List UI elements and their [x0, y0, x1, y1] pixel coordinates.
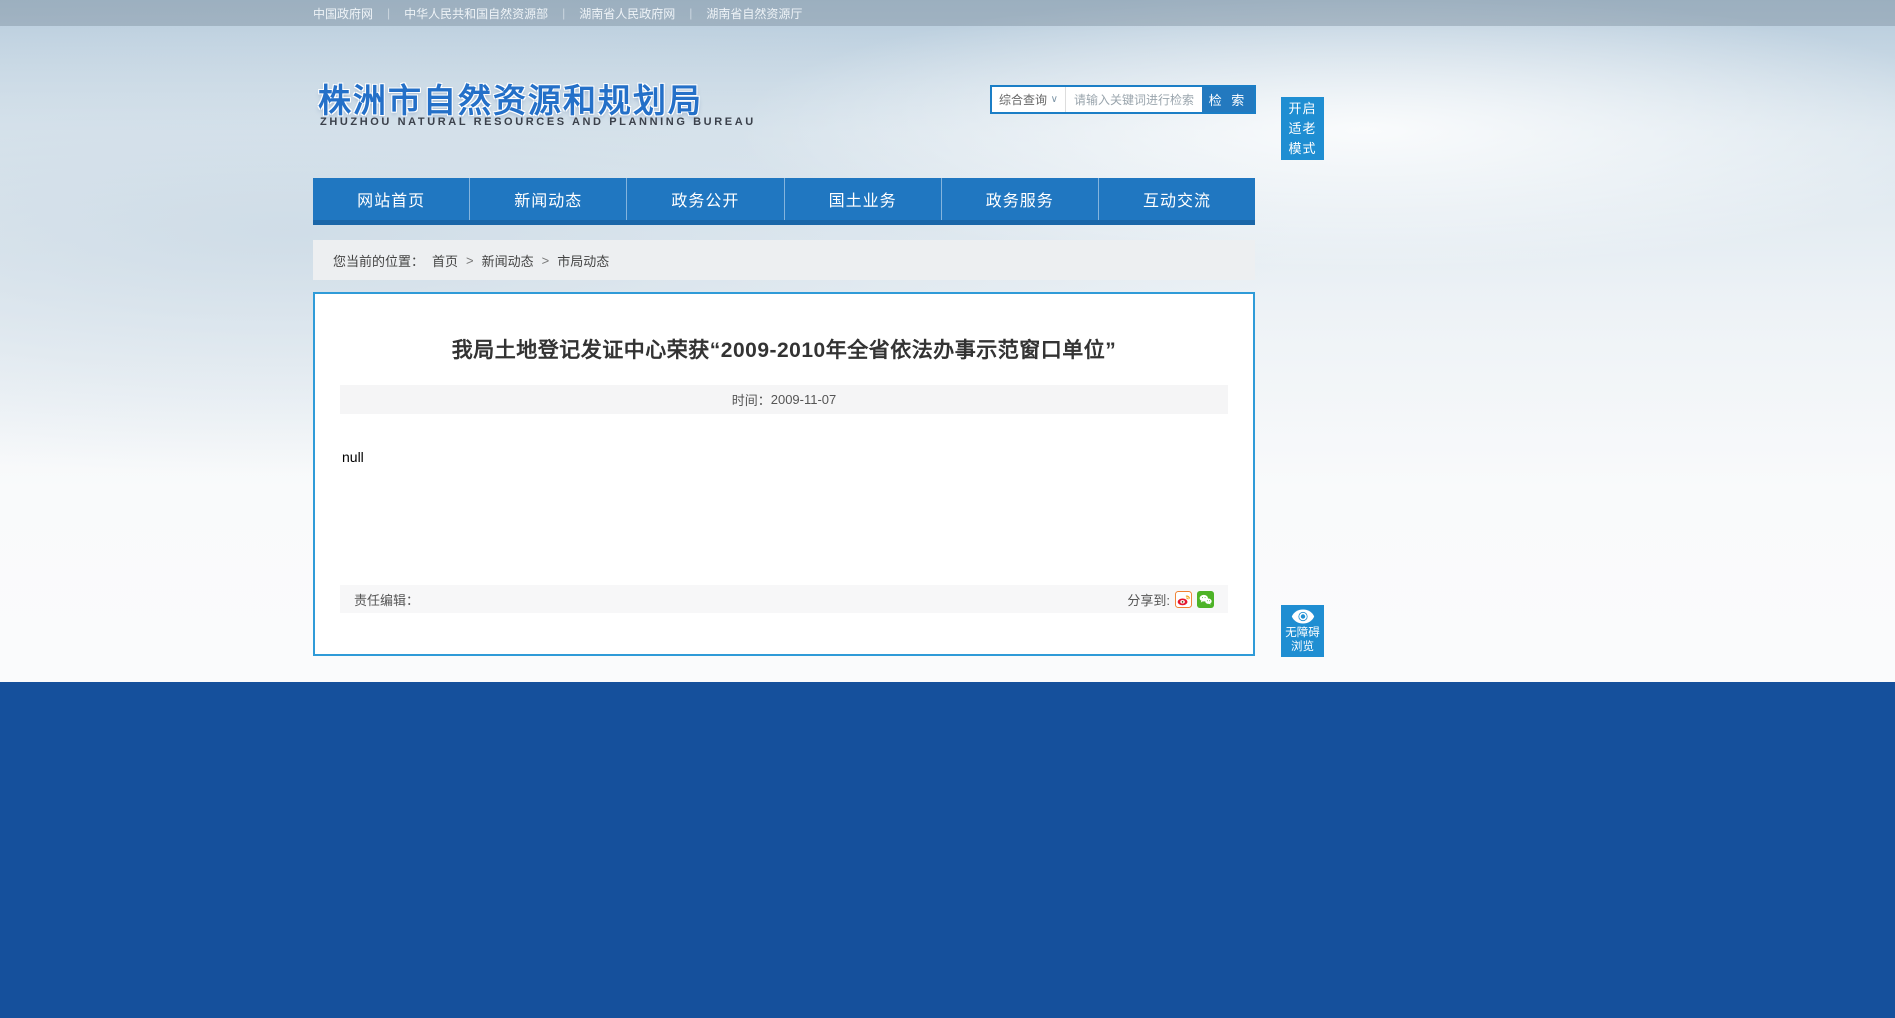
footer: ✦ 党政机关 政府网站 找错	[0, 682, 1895, 1018]
nav-item-interaction[interactable]: 互动交流	[1099, 178, 1255, 220]
share-group: 分享到:	[1127, 590, 1214, 609]
top-links-bar: 中国政府网 | 中华人民共和国自然资源部 | 湖南省人民政府网 | 湖南省自然资…	[0, 0, 1895, 26]
eye-icon	[1291, 609, 1315, 624]
separator: |	[387, 6, 390, 20]
chevron-down-icon: ∨	[1051, 94, 1058, 105]
article-title: 我局土地登记发证中心荣获“2009-2010年全省依法办事示范窗口单位”	[315, 334, 1253, 364]
breadcrumb-separator: >	[466, 253, 474, 268]
search-category-dropdown[interactable]: 综合查询 ∨	[992, 87, 1066, 112]
search-category-label: 综合查询	[999, 91, 1047, 108]
elder-mode-button[interactable]: 开启适老模式	[1281, 97, 1324, 160]
weibo-share-icon[interactable]	[1175, 591, 1192, 608]
nav-item-land-business[interactable]: 国土业务	[785, 178, 942, 220]
breadcrumb-home[interactable]: 首页	[432, 251, 458, 270]
nav-item-news[interactable]: 新闻动态	[470, 178, 627, 220]
editor-label: 责任编辑：	[354, 590, 419, 609]
top-link-gov-cn[interactable]: 中国政府网	[313, 5, 373, 22]
time-label: 时间：	[732, 390, 771, 409]
top-link-hunan-gov[interactable]: 湖南省人民政府网	[579, 5, 675, 22]
breadcrumb-bureau-news[interactable]: 市局动态	[557, 251, 609, 270]
page: 中国政府网 | 中华人民共和国自然资源部 | 湖南省人民政府网 | 湖南省自然资…	[0, 0, 1895, 1018]
site-subtitle: ZHUZHOU NATURAL RESOURCES AND PLANNING B…	[320, 116, 756, 128]
search-input[interactable]	[1066, 87, 1202, 112]
breadcrumb-news[interactable]: 新闻动态	[482, 251, 534, 270]
article-card: 我局土地登记发证中心荣获“2009-2010年全省依法办事示范窗口单位” 时间：…	[313, 292, 1255, 656]
time-value: 2009-11-07	[771, 392, 837, 407]
nav-item-gov-open[interactable]: 政务公开	[627, 178, 784, 220]
breadcrumb-separator: >	[542, 253, 550, 268]
article-body: null	[342, 449, 364, 465]
separator: |	[689, 6, 692, 20]
wechat-share-icon[interactable]	[1197, 591, 1214, 608]
article-time-bar: 时间： 2009-11-07	[340, 385, 1228, 414]
accessibility-label: 无障碍浏览	[1285, 627, 1320, 653]
separator: |	[562, 6, 565, 20]
top-link-mnr[interactable]: 中华人民共和国自然资源部	[404, 5, 548, 22]
main-nav: 网站首页 新闻动态 政务公开 国土业务 政务服务 互动交流	[313, 178, 1255, 225]
search-button[interactable]: 检 索	[1202, 87, 1254, 112]
top-link-hunan-nr[interactable]: 湖南省自然资源厅	[706, 5, 802, 22]
accessibility-button[interactable]: 无障碍浏览	[1281, 605, 1324, 657]
search-bar: 综合查询 ∨ 检 索	[990, 85, 1256, 114]
nav-item-home[interactable]: 网站首页	[313, 178, 470, 220]
nav-item-gov-service[interactable]: 政务服务	[942, 178, 1099, 220]
breadcrumb-label: 您当前的位置：	[333, 251, 424, 270]
editor-bar: 责任编辑： 分享到:	[340, 585, 1228, 613]
share-label: 分享到:	[1127, 590, 1170, 609]
breadcrumb: 您当前的位置： 首页 > 新闻动态 > 市局动态	[313, 240, 1255, 280]
site-title: 株洲市自然资源和规划局	[318, 74, 703, 122]
